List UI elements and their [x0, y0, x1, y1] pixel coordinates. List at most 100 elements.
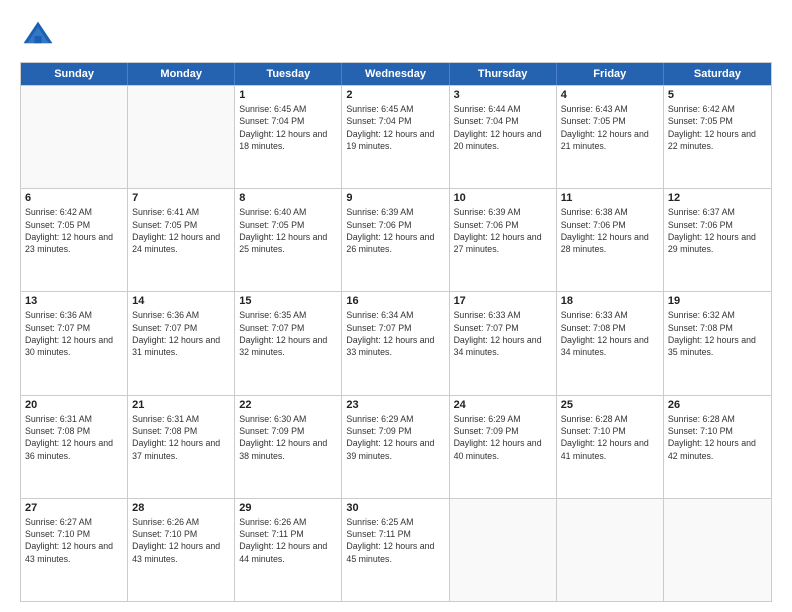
calendar-cell: 21 Sunrise: 6:31 AMSunset: 7:08 PMDayligh…	[128, 396, 235, 498]
calendar-row-4: 20 Sunrise: 6:31 AMSunset: 7:08 PMDayligh…	[21, 395, 771, 498]
cell-info: Sunrise: 6:45 AMSunset: 7:04 PMDaylight:…	[346, 103, 444, 152]
cell-info: Sunrise: 6:30 AMSunset: 7:09 PMDaylight:…	[239, 413, 337, 462]
cell-info: Sunrise: 6:31 AMSunset: 7:08 PMDaylight:…	[25, 413, 123, 462]
cell-info: Sunrise: 6:36 AMSunset: 7:07 PMDaylight:…	[132, 309, 230, 358]
logo-icon	[20, 18, 56, 54]
header-day-monday: Monday	[128, 63, 235, 85]
cell-info: Sunrise: 6:44 AMSunset: 7:04 PMDaylight:…	[454, 103, 552, 152]
calendar-cell	[128, 86, 235, 188]
calendar-row-5: 27 Sunrise: 6:27 AMSunset: 7:10 PMDayligh…	[21, 498, 771, 601]
calendar-cell: 10Sunrise: 6:39 AMSunset: 7:06 PMDayligh…	[450, 189, 557, 291]
cell-info: Sunrise: 6:29 AMSunset: 7:09 PMDaylight:…	[346, 413, 444, 462]
calendar-cell: 23 Sunrise: 6:29 AMSunset: 7:09 PMDayligh…	[342, 396, 449, 498]
cell-info: Sunrise: 6:35 AMSunset: 7:07 PMDaylight:…	[239, 309, 337, 358]
calendar-cell: 27 Sunrise: 6:27 AMSunset: 7:10 PMDayligh…	[21, 499, 128, 601]
calendar-cell	[21, 86, 128, 188]
cell-day-number: 28	[132, 502, 230, 514]
cell-info: Sunrise: 6:36 AMSunset: 7:07 PMDaylight:…	[25, 309, 123, 358]
cell-day-number: 30	[346, 502, 444, 514]
cell-day-number: 25	[561, 399, 659, 411]
cell-day-number: 9	[346, 192, 444, 204]
calendar-cell: 6 Sunrise: 6:42 AMSunset: 7:05 PMDaylight…	[21, 189, 128, 291]
calendar-cell: 22 Sunrise: 6:30 AMSunset: 7:09 PMDayligh…	[235, 396, 342, 498]
calendar-cell: 12 Sunrise: 6:37 AMSunset: 7:06 PMDayligh…	[664, 189, 771, 291]
cell-info: Sunrise: 6:28 AMSunset: 7:10 PMDaylight:…	[561, 413, 659, 462]
calendar-cell: 2 Sunrise: 6:45 AMSunset: 7:04 PMDaylight…	[342, 86, 449, 188]
header-day-sunday: Sunday	[21, 63, 128, 85]
cell-day-number: 20	[25, 399, 123, 411]
calendar-cell: 15 Sunrise: 6:35 AMSunset: 7:07 PMDayligh…	[235, 292, 342, 394]
calendar-cell	[557, 499, 664, 601]
cell-day-number: 27	[25, 502, 123, 514]
page: SundayMondayTuesdayWednesdayThursdayFrid…	[0, 0, 792, 612]
calendar-row-3: 13 Sunrise: 6:36 AMSunset: 7:07 PMDayligh…	[21, 291, 771, 394]
cell-day-number: 2	[346, 89, 444, 101]
cell-day-number: 29	[239, 502, 337, 514]
cell-day-number: 5	[668, 89, 767, 101]
cell-info: Sunrise: 6:41 AMSunset: 7:05 PMDaylight:…	[132, 206, 230, 255]
cell-info: Sunrise: 6:27 AMSunset: 7:10 PMDaylight:…	[25, 516, 123, 565]
calendar-cell: 8Sunrise: 6:40 AMSunset: 7:05 PMDaylight…	[235, 189, 342, 291]
calendar-cell: 3 Sunrise: 6:44 AMSunset: 7:04 PMDaylight…	[450, 86, 557, 188]
cell-info: Sunrise: 6:33 AMSunset: 7:07 PMDaylight:…	[454, 309, 552, 358]
cell-info: Sunrise: 6:43 AMSunset: 7:05 PMDaylight:…	[561, 103, 659, 152]
calendar-cell: 25 Sunrise: 6:28 AMSunset: 7:10 PMDayligh…	[557, 396, 664, 498]
calendar-cell: 9 Sunrise: 6:39 AMSunset: 7:06 PMDaylight…	[342, 189, 449, 291]
cell-info: Sunrise: 6:42 AMSunset: 7:05 PMDaylight:…	[668, 103, 767, 152]
cell-info: Sunrise: 6:38 AMSunset: 7:06 PMDaylight:…	[561, 206, 659, 255]
cell-info: Sunrise: 6:26 AMSunset: 7:10 PMDaylight:…	[132, 516, 230, 565]
cell-day-number: 18	[561, 295, 659, 307]
calendar-cell: 17 Sunrise: 6:33 AMSunset: 7:07 PMDayligh…	[450, 292, 557, 394]
calendar-body: 1 Sunrise: 6:45 AMSunset: 7:04 PMDaylight…	[21, 85, 771, 601]
calendar-cell: 7Sunrise: 6:41 AMSunset: 7:05 PMDaylight…	[128, 189, 235, 291]
calendar-cell: 18 Sunrise: 6:33 AMSunset: 7:08 PMDayligh…	[557, 292, 664, 394]
calendar-row-2: 6 Sunrise: 6:42 AMSunset: 7:05 PMDaylight…	[21, 188, 771, 291]
cell-day-number: 22	[239, 399, 337, 411]
cell-day-number: 8	[239, 192, 337, 204]
calendar-cell: 1 Sunrise: 6:45 AMSunset: 7:04 PMDaylight…	[235, 86, 342, 188]
cell-day-number: 26	[668, 399, 767, 411]
cell-info: Sunrise: 6:25 AMSunset: 7:11 PMDaylight:…	[346, 516, 444, 565]
header-day-friday: Friday	[557, 63, 664, 85]
calendar-cell: 16Sunrise: 6:34 AMSunset: 7:07 PMDayligh…	[342, 292, 449, 394]
calendar-cell: 26Sunrise: 6:28 AMSunset: 7:10 PMDayligh…	[664, 396, 771, 498]
cell-day-number: 11	[561, 192, 659, 204]
cell-day-number: 14	[132, 295, 230, 307]
cell-info: Sunrise: 6:31 AMSunset: 7:08 PMDaylight:…	[132, 413, 230, 462]
cell-day-number: 13	[25, 295, 123, 307]
calendar-cell: 29 Sunrise: 6:26 AMSunset: 7:11 PMDayligh…	[235, 499, 342, 601]
calendar-cell: 5 Sunrise: 6:42 AMSunset: 7:05 PMDaylight…	[664, 86, 771, 188]
calendar: SundayMondayTuesdayWednesdayThursdayFrid…	[20, 62, 772, 602]
cell-day-number: 4	[561, 89, 659, 101]
cell-info: Sunrise: 6:45 AMSunset: 7:04 PMDaylight:…	[239, 103, 337, 152]
calendar-header: SundayMondayTuesdayWednesdayThursdayFrid…	[21, 63, 771, 85]
header-day-saturday: Saturday	[664, 63, 771, 85]
calendar-cell	[664, 499, 771, 601]
header-day-thursday: Thursday	[450, 63, 557, 85]
calendar-cell: 28 Sunrise: 6:26 AMSunset: 7:10 PMDayligh…	[128, 499, 235, 601]
header-day-tuesday: Tuesday	[235, 63, 342, 85]
cell-day-number: 15	[239, 295, 337, 307]
cell-info: Sunrise: 6:39 AMSunset: 7:06 PMDaylight:…	[454, 206, 552, 255]
calendar-cell: 13 Sunrise: 6:36 AMSunset: 7:07 PMDayligh…	[21, 292, 128, 394]
header	[20, 18, 772, 54]
header-day-wednesday: Wednesday	[342, 63, 449, 85]
calendar-cell: 24Sunrise: 6:29 AMSunset: 7:09 PMDayligh…	[450, 396, 557, 498]
cell-day-number: 1	[239, 89, 337, 101]
cell-info: Sunrise: 6:39 AMSunset: 7:06 PMDaylight:…	[346, 206, 444, 255]
cell-info: Sunrise: 6:37 AMSunset: 7:06 PMDaylight:…	[668, 206, 767, 255]
calendar-cell	[450, 499, 557, 601]
cell-info: Sunrise: 6:42 AMSunset: 7:05 PMDaylight:…	[25, 206, 123, 255]
cell-info: Sunrise: 6:29 AMSunset: 7:09 PMDaylight:…	[454, 413, 552, 462]
cell-day-number: 21	[132, 399, 230, 411]
cell-info: Sunrise: 6:26 AMSunset: 7:11 PMDaylight:…	[239, 516, 337, 565]
calendar-cell: 14 Sunrise: 6:36 AMSunset: 7:07 PMDayligh…	[128, 292, 235, 394]
calendar-cell: 20 Sunrise: 6:31 AMSunset: 7:08 PMDayligh…	[21, 396, 128, 498]
cell-day-number: 12	[668, 192, 767, 204]
cell-info: Sunrise: 6:33 AMSunset: 7:08 PMDaylight:…	[561, 309, 659, 358]
cell-day-number: 17	[454, 295, 552, 307]
cell-day-number: 3	[454, 89, 552, 101]
cell-day-number: 23	[346, 399, 444, 411]
cell-day-number: 6	[25, 192, 123, 204]
calendar-cell: 19Sunrise: 6:32 AMSunset: 7:08 PMDayligh…	[664, 292, 771, 394]
